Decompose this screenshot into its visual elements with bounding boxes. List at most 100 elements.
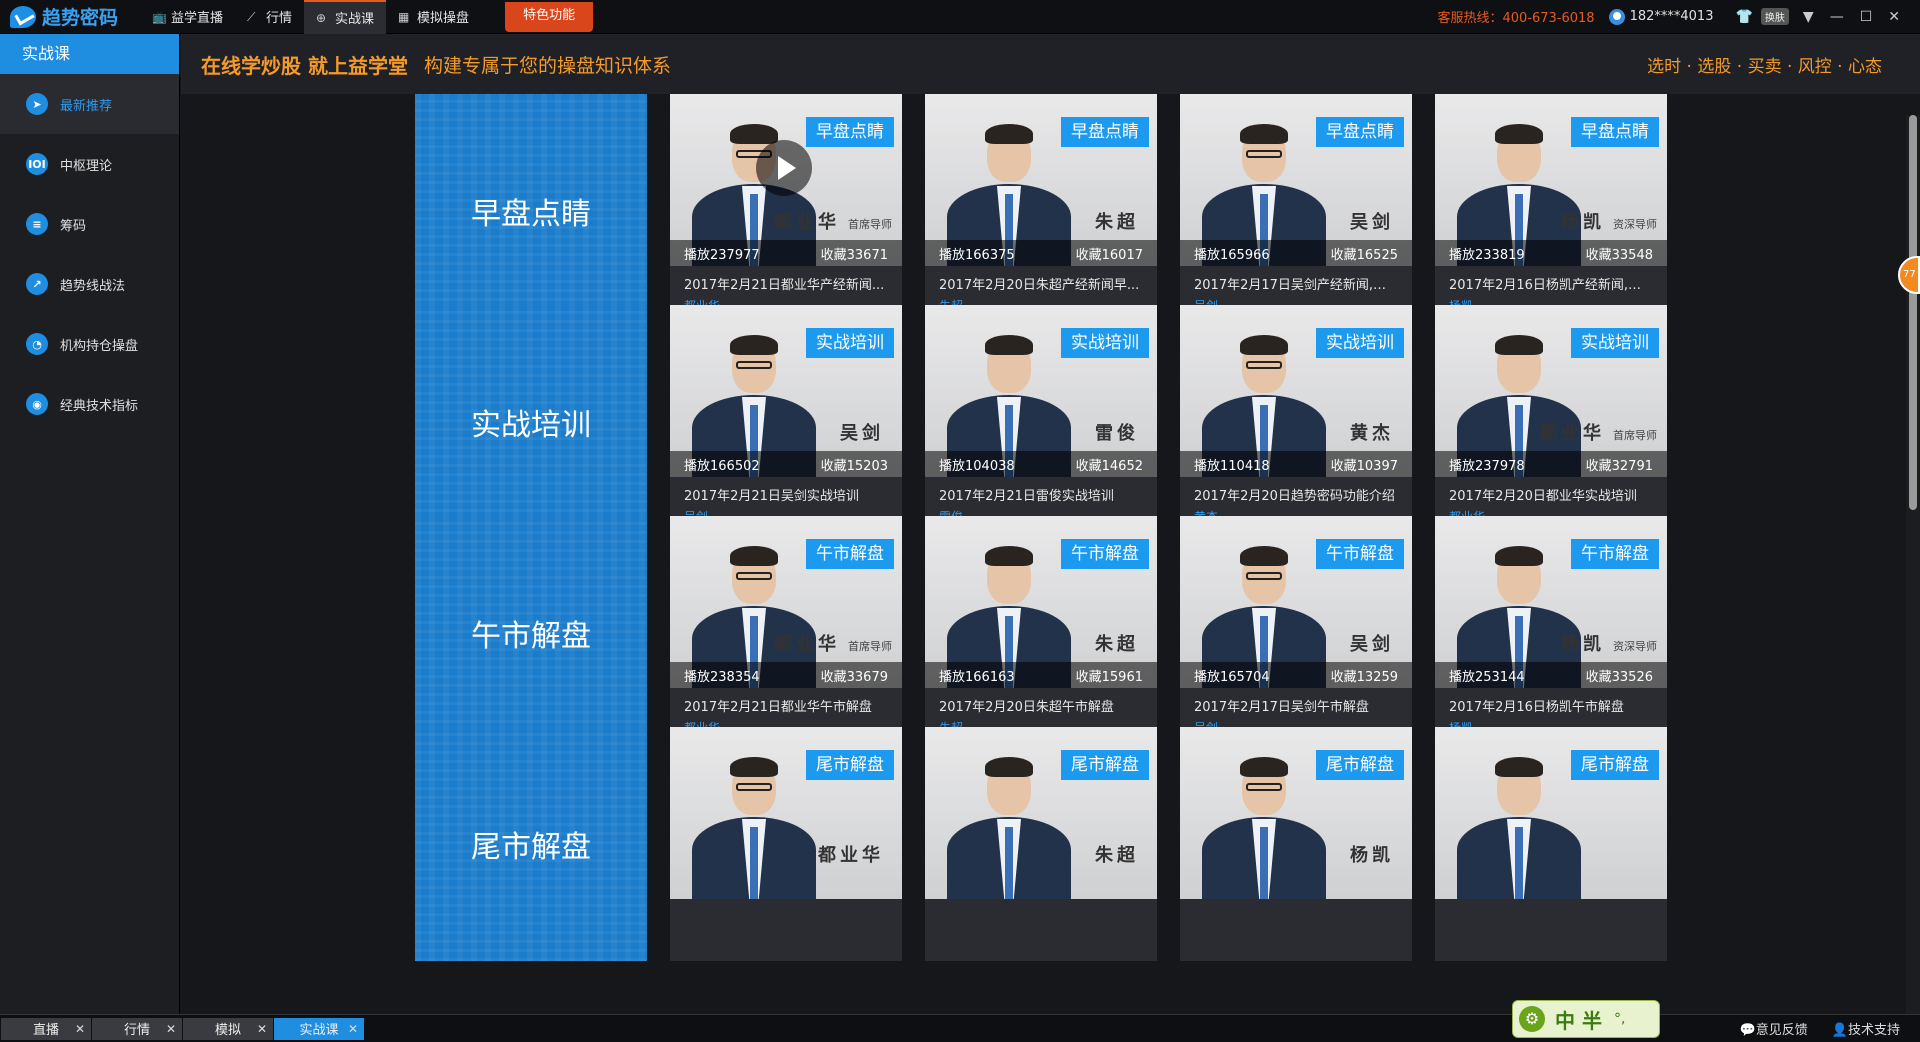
- bottom-tab-live[interactable]: 直播 ✕: [1, 1017, 91, 1040]
- category-tag: 实战培训: [1061, 328, 1149, 358]
- category-tag: 午市解盘: [806, 539, 894, 569]
- video-thumbnail[interactable]: 午市解盘 都业华 首席导师 播放238354 收藏33679: [670, 516, 902, 688]
- scrollbar[interactable]: [1906, 115, 1920, 1015]
- title-bar: 趋势密码 📺 益学直播 ⟋ 行情 ⊕ 实战课 ▦ 模拟操盘 特色功能 客服热线：400-…: [0, 0, 1920, 34]
- video-title[interactable]: 2017年2月17日吴剑产经新闻,早...: [1180, 266, 1412, 293]
- video-title[interactable]: 2017年2月20日趋势密码功能介绍: [1180, 477, 1412, 504]
- video-card[interactable]: 实战培训黄杰播放110418 收藏103972017年2月20日趋势密码功能介绍 黄…: [1180, 305, 1412, 539]
- video-card[interactable]: 尾市解盘 都业华: [670, 727, 902, 961]
- close-icon[interactable]: ✕: [75, 1022, 85, 1036]
- nav-course[interactable]: ⊕ 实战课: [304, 0, 387, 34]
- gear-icon[interactable]: ⚙: [1519, 1006, 1545, 1032]
- skin-badge[interactable]: 换肤: [1760, 8, 1789, 25]
- video-title[interactable]: 2017年2月17日吴剑午市解盘: [1180, 688, 1412, 715]
- video-author[interactable]: [1180, 907, 1412, 911]
- video-thumbnail[interactable]: 尾市解盘 杨凯: [1180, 727, 1412, 899]
- video-thumbnail[interactable]: 尾市解盘: [1435, 727, 1667, 899]
- video-card[interactable]: 尾市解盘 杨凯: [1180, 727, 1412, 961]
- shirt-icon[interactable]: 👕: [1735, 9, 1752, 25]
- video-thumbnail[interactable]: 尾市解盘 朱超: [925, 727, 1157, 899]
- bottom-tab-market[interactable]: 行情 ✕: [92, 1017, 182, 1040]
- video-thumbnail[interactable]: 早盘点睛 都业华 首席导师 播放237977 收藏33671: [670, 94, 902, 266]
- scrollbar-thumb[interactable]: [1909, 115, 1917, 510]
- app-logo[interactable]: 趋势密码: [0, 0, 140, 34]
- video-title[interactable]: [1180, 899, 1412, 907]
- nav-simulate[interactable]: ▦ 模拟操盘: [386, 0, 481, 34]
- video-thumbnail[interactable]: 午市解盘 吴剑 播放165704 收藏13259: [1180, 516, 1412, 688]
- user-account[interactable]: 182****4013: [1608, 8, 1713, 25]
- video-title[interactable]: 2017年2月16日杨凯午市解盘: [1435, 688, 1667, 715]
- video-thumbnail[interactable]: 实战培训 吴剑 播放166502 收藏15203: [670, 305, 902, 477]
- play-icon[interactable]: [756, 140, 812, 196]
- video-author[interactable]: [670, 907, 902, 911]
- category-tile[interactable]: 尾市解盘: [415, 727, 647, 961]
- category-tile[interactable]: 午市解盘: [415, 516, 647, 750]
- close-icon[interactable]: ✕: [348, 1022, 358, 1036]
- sidebar-item-latest[interactable]: ➤ 最新推荐: [0, 74, 179, 134]
- video-title[interactable]: 2017年2月20日朱超产经新闻早...: [925, 266, 1157, 293]
- video-card[interactable]: 实战培训 都业华 首席导师 播放237978 收藏32791 2017年2月20日都业华实…: [1435, 305, 1667, 539]
- video-card[interactable]: 午市解盘 都业华 首席导师 播放238354 收藏33679 2017年2月21日都业华午…: [670, 516, 902, 750]
- floating-badge[interactable]: 77: [1898, 256, 1920, 294]
- video-title[interactable]: [925, 899, 1157, 907]
- minimize-icon[interactable]: —: [1830, 9, 1844, 25]
- video-card[interactable]: 尾市解盘 朱超: [925, 727, 1157, 961]
- ime-toolbar[interactable]: ⚙ 中 半 °,: [1512, 1000, 1660, 1038]
- video-thumbnail[interactable]: 午市解盘 杨凯 资深导师 播放253144 收藏33526: [1435, 516, 1667, 688]
- video-thumbnail[interactable]: 实战培训 雷俊 播放104038 收藏14652: [925, 305, 1157, 477]
- video-card[interactable]: 实战培训吴剑播放166502 收藏152032017年2月21日吴剑实战培训 吴剑: [670, 305, 902, 539]
- favorite-count: 收藏33671: [820, 247, 888, 263]
- feedback-link[interactable]: 💬意见反馈: [1740, 1019, 1808, 1038]
- video-title[interactable]: [1435, 899, 1667, 907]
- video-card[interactable]: 早盘点睛 杨凯 资深导师 播放233819 收藏33548 2017年2月16日杨凯产经新…: [1435, 94, 1667, 328]
- play-count: 播放165966: [1194, 247, 1270, 263]
- nav-market[interactable]: ⟋ 行情: [235, 0, 304, 34]
- support-link[interactable]: 👤技术支持: [1832, 1019, 1900, 1038]
- video-card[interactable]: 午市解盘吴剑播放165704 收藏132592017年2月17日吴剑午市解盘 吴剑: [1180, 516, 1412, 750]
- category-tile[interactable]: 早盘点睛: [415, 94, 647, 328]
- video-title[interactable]: 2017年2月21日都业华午市解盘: [670, 688, 902, 715]
- video-card[interactable]: 实战培训雷俊播放104038 收藏146522017年2月21日雷俊实战培训 雷俊: [925, 305, 1157, 539]
- video-thumbnail[interactable]: 尾市解盘 都业华: [670, 727, 902, 899]
- close-icon[interactable]: ✕: [166, 1022, 176, 1036]
- sidebar-item-institution[interactable]: ◔ 机构持仓操盘: [0, 314, 179, 374]
- video-author[interactable]: [925, 907, 1157, 911]
- video-card[interactable]: 午市解盘 杨凯 资深导师 播放253144 收藏33526 2017年2月16日杨凯午市解…: [1435, 516, 1667, 750]
- sidebar-item-pivot[interactable]: IOI 中枢理论: [0, 134, 179, 194]
- video-title[interactable]: 2017年2月20日朱超午市解盘: [925, 688, 1157, 715]
- category-tag: 午市解盘: [1571, 539, 1659, 569]
- menu-icon[interactable]: ▼: [1803, 9, 1814, 25]
- video-author[interactable]: [1435, 907, 1667, 911]
- sidebar-item-indicators[interactable]: ◉ 经典技术指标: [0, 374, 179, 434]
- category-tile[interactable]: 实战培训: [415, 305, 647, 539]
- video-thumbnail[interactable]: 实战培训 黄杰 播放110418 收藏10397: [1180, 305, 1412, 477]
- close-icon[interactable]: ✕: [257, 1022, 267, 1036]
- video-thumbnail[interactable]: 实战培训 都业华 首席导师 播放237978 收藏32791: [1435, 305, 1667, 477]
- video-card[interactable]: 尾市解盘: [1435, 727, 1667, 961]
- play-count: 播放166375: [939, 247, 1015, 263]
- video-title[interactable]: 2017年2月21日吴剑实战培训: [670, 477, 902, 504]
- sidebar-item-trendline[interactable]: ↗ 趋势线战法: [0, 254, 179, 314]
- presenter-photo: [1457, 749, 1581, 899]
- video-thumbnail[interactable]: 早盘点睛 吴剑 播放165966 收藏16525: [1180, 94, 1412, 266]
- video-thumbnail[interactable]: 午市解盘 朱超 播放166163 收藏15961: [925, 516, 1157, 688]
- nav-live[interactable]: 📺 益学直播: [140, 0, 235, 34]
- bottom-tab-simulate[interactable]: 模拟 ✕: [183, 1017, 273, 1040]
- video-card[interactable]: 早盘点睛 吴剑 播放165966 收藏16525 2017年2月17日吴剑产经新闻,早.…: [1180, 94, 1412, 328]
- special-features-button[interactable]: 特色功能: [505, 1, 594, 32]
- bottom-right-links: 💬意见反馈 👤技术支持: [1716, 1019, 1920, 1038]
- video-card[interactable]: 早盘点睛 朱超 播放166375 收藏16017 2017年2月20日朱超产经新闻早..…: [925, 94, 1157, 328]
- sidebar-item-chips[interactable]: ≡ 筹码: [0, 194, 179, 254]
- video-card[interactable]: 午市解盘朱超播放166163 收藏159612017年2月20日朱超午市解盘 朱超: [925, 516, 1157, 750]
- bottom-tab-course[interactable]: 实战课 ✕: [274, 1017, 364, 1040]
- video-card[interactable]: 早盘点睛 都业华 首席导师 播放237977 收藏33671 2017年2月21日都业华产…: [670, 94, 902, 328]
- maximize-icon[interactable]: ☐: [1860, 9, 1873, 25]
- video-thumbnail[interactable]: 早盘点睛 杨凯 资深导师 播放233819 收藏33548: [1435, 94, 1667, 266]
- close-icon[interactable]: ✕: [1888, 9, 1900, 25]
- video-title[interactable]: 2017年2月16日杨凯产经新闻,早...: [1435, 266, 1667, 293]
- video-title[interactable]: 2017年2月21日都业华产经新闻...: [670, 266, 902, 293]
- video-thumbnail[interactable]: 早盘点睛 朱超 播放166375 收藏16017: [925, 94, 1157, 266]
- video-title[interactable]: 2017年2月20日都业华实战培训: [1435, 477, 1667, 504]
- video-title[interactable]: [670, 899, 902, 907]
- video-title[interactable]: 2017年2月21日雷俊实战培训: [925, 477, 1157, 504]
